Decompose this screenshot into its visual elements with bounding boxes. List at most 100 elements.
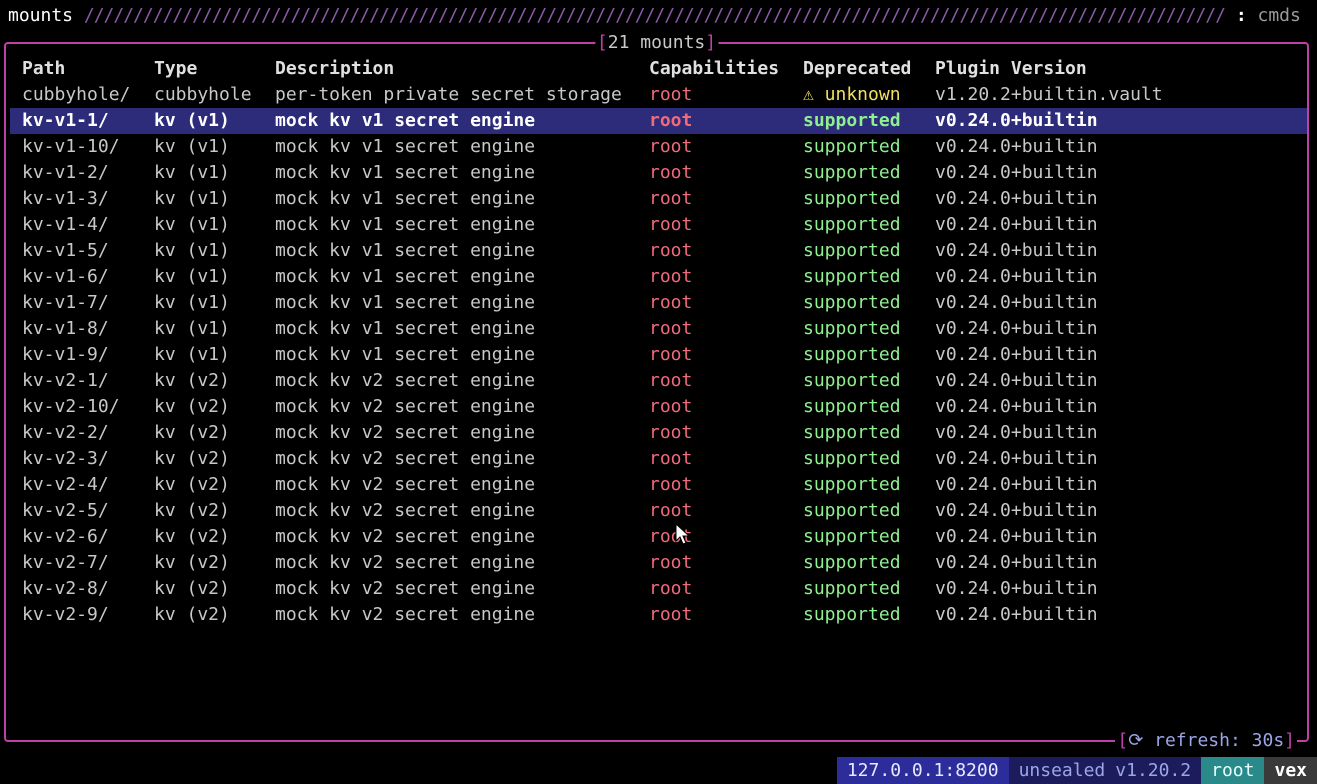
table-row[interactable]: kv-v1-3/kv (v1) mock kv v1 secret engine r…: [10, 186, 1307, 212]
cell-type: kv (v2): [154, 370, 230, 391]
cell-capabilities: root: [649, 474, 693, 495]
cell-description: mock kv v1 secret engine: [275, 292, 536, 313]
cell-deprecated: supported: [803, 526, 901, 547]
cell-deprecated: supported: [803, 370, 901, 391]
cell-path: kv-v2-10/: [22, 396, 120, 417]
cell-path: kv-v1-5/: [22, 240, 109, 261]
table-row[interactable]: kv-v1-10/kv (v1) mock kv v1 secret engine…: [10, 134, 1307, 160]
cell-capabilities: root: [649, 188, 693, 209]
mounts-table: Path Type Description Capabilities Depre…: [10, 56, 1307, 628]
cell-path: kv-v2-7/: [22, 552, 109, 573]
cell-deprecated: supported: [803, 500, 901, 521]
status-bar: 127.0.0.1:8200 unsealed v1.20.2 root vex: [836, 757, 1317, 784]
cell-plugin-version: v0.24.0+builtin: [935, 188, 1098, 209]
table-row[interactable]: kv-v2-4/kv (v2) mock kv v2 secret engine r…: [10, 472, 1307, 498]
cell-capabilities: root: [649, 292, 693, 313]
table-row[interactable]: kv-v1-8/kv (v1) mock kv v1 secret engine r…: [10, 316, 1307, 342]
cell-capabilities: root: [649, 552, 693, 573]
table-row[interactable]: cubbyhole/cubbyhole per-token private sec…: [10, 82, 1307, 108]
cell-plugin-version: v0.24.0+builtin: [935, 448, 1098, 469]
cell-description: mock kv v2 secret engine: [275, 396, 536, 417]
table-row[interactable]: kv-v2-8/kv (v2) mock kv v2 secret engine r…: [10, 576, 1307, 602]
cell-description: mock kv v1 secret engine: [275, 240, 536, 261]
cell-plugin-version: v0.24.0+builtin: [935, 240, 1098, 261]
cell-path: kv-v1-3/: [22, 188, 109, 209]
column-header-type[interactable]: Type: [142, 56, 263, 82]
cell-type: cubbyhole: [154, 84, 252, 105]
cell-plugin-version: v1.20.2+builtin.vault: [935, 84, 1163, 105]
table-row[interactable]: kv-v2-9/kv (v2) mock kv v2 secret engine r…: [10, 602, 1307, 628]
mouse-pointer-icon: [675, 523, 691, 545]
cell-type: kv (v1): [154, 292, 230, 313]
cell-type: kv (v2): [154, 578, 230, 599]
table-row[interactable]: kv-v2-7/kv (v2) mock kv v2 secret engine r…: [10, 550, 1307, 576]
cell-description: mock kv v1 secret engine: [263, 108, 637, 134]
table-row[interactable]: kv-v1-4/kv (v1) mock kv v1 secret engine r…: [10, 212, 1307, 238]
column-header-path[interactable]: Path: [10, 56, 142, 82]
cell-type: kv (v2): [154, 422, 230, 443]
table-row[interactable]: kv-v2-10/kv (v2) mock kv v2 secret engine…: [10, 394, 1307, 420]
cell-description: mock kv v1 secret engine: [275, 136, 536, 157]
cell-deprecated: supported: [803, 214, 901, 235]
column-header-deprecated[interactable]: Deprecated: [791, 56, 923, 82]
cell-capabilities: root: [649, 448, 693, 469]
table-row[interactable]: kv-v2-2/kv (v2) mock kv v2 secret engine r…: [10, 420, 1307, 446]
table-row[interactable]: kv-v1-2/kv (v1) mock kv v1 secret engine r…: [10, 160, 1307, 186]
seal-status: unsealed: [1008, 757, 1116, 784]
hint-label: cmds: [1257, 5, 1301, 26]
cell-plugin-version: v0.24.0+builtin: [935, 604, 1098, 625]
cell-description: mock kv v2 secret engine: [275, 474, 536, 495]
cell-capabilities: root: [649, 266, 693, 287]
cell-deprecated: supported: [803, 422, 901, 443]
table-row[interactable]: kv-v2-1/kv (v2) mock kv v2 secret engine r…: [10, 368, 1307, 394]
cell-capabilities: root: [649, 318, 693, 339]
cell-plugin-version: v0.24.0+builtin: [935, 344, 1098, 365]
cell-path: kv-v1-6/: [22, 266, 109, 287]
cell-plugin-version: v0.24.0+builtin: [935, 292, 1098, 313]
cell-path: kv-v2-2/: [22, 422, 109, 443]
cell-capabilities: root: [649, 162, 693, 183]
cell-type: kv (v1): [154, 188, 230, 209]
table-row[interactable]: kv-v1-5/kv (v1) mock kv v1 secret engine r…: [10, 238, 1307, 264]
cell-deprecated: supported: [803, 552, 901, 573]
cell-description: mock kv v1 secret engine: [275, 188, 536, 209]
table-row[interactable]: kv-v2-3/kv (v2) mock kv v2 secret engine r…: [10, 446, 1307, 472]
cell-capabilities: root: [649, 240, 693, 261]
table-header: Path Type Description Capabilities Depre…: [10, 56, 1307, 82]
cell-deprecated: supported: [803, 396, 901, 417]
table-row[interactable]: kv-v2-5/kv (v2) mock kv v2 secret engine r…: [10, 498, 1307, 524]
column-header-plugin-version[interactable]: Plugin Version: [923, 56, 1307, 82]
cell-path: kv-v1-7/: [22, 292, 109, 313]
cell-plugin-version: v0.24.0+builtin: [935, 552, 1098, 573]
cell-path: kv-v1-8/: [22, 318, 109, 339]
column-header-description[interactable]: Description: [263, 56, 637, 82]
cell-deprecated: supported: [803, 344, 901, 365]
server-address: 127.0.0.1:8200: [836, 757, 1009, 784]
cell-plugin-version: v0.24.0+builtin: [935, 318, 1098, 339]
cell-plugin-version: v0.24.0+builtin: [935, 266, 1098, 287]
cell-type: kv (v1): [154, 266, 230, 287]
cell-plugin-version: v0.24.0+builtin: [935, 578, 1098, 599]
server-version: v1.20.2: [1115, 757, 1202, 784]
cell-capabilities: root: [649, 344, 693, 365]
table-row[interactable]: kv-v2-6/kv (v2) mock kv v2 secret engine r…: [10, 524, 1307, 550]
cell-capabilities: root: [649, 136, 693, 157]
cell-capabilities: root: [649, 214, 693, 235]
cell-type: kv (v1): [154, 162, 230, 183]
cell-description: per-token private secret storage: [275, 84, 622, 105]
cell-deprecated: supported: [803, 188, 901, 209]
column-header-capabilities[interactable]: Capabilities: [637, 56, 791, 82]
cell-deprecated: supported: [791, 108, 923, 134]
view-title: mounts: [8, 5, 74, 26]
table-row[interactable]: kv-v1-7/kv (v1) mock kv v1 secret engine r…: [10, 290, 1307, 316]
cell-type: kv (v1): [154, 240, 230, 261]
table-row[interactable]: kv-v1-1/kv (v1) mock kv v1 secret engine r…: [10, 108, 1307, 134]
cell-plugin-version: v0.24.0+builtin: [923, 108, 1307, 134]
cell-path: kv-v1-1/: [10, 108, 142, 134]
table-row[interactable]: kv-v1-6/kv (v1) mock kv v1 secret engine r…: [10, 264, 1307, 290]
cell-capabilities: root: [649, 604, 693, 625]
cell-type: kv (v2): [154, 604, 230, 625]
cell-type: kv (v2): [154, 474, 230, 495]
table-row[interactable]: kv-v1-9/kv (v1) mock kv v1 secret engine r…: [10, 342, 1307, 368]
cell-type: kv (v2): [154, 448, 230, 469]
